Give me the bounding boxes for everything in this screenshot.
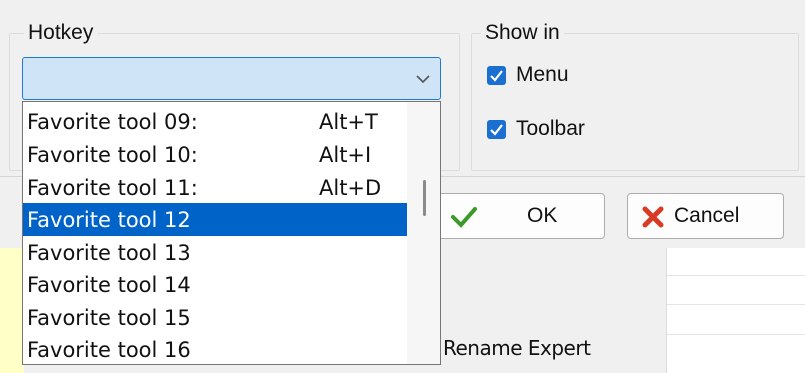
ok-button-label: OK [527, 204, 558, 227]
list-item-name: Favorite tool 14 [27, 273, 191, 297]
list-item[interactable]: Favorite tool 13 [23, 236, 407, 269]
list-item-name: Favorite tool 10: [27, 143, 198, 167]
show-in-groupbox [471, 33, 799, 171]
list-item-name: Favorite tool 13 [27, 241, 191, 265]
list-item-name: Favorite tool 16 [27, 338, 191, 362]
toolbar-checkbox[interactable] [487, 120, 506, 139]
background-yellow-panel [0, 248, 24, 373]
close-icon [642, 206, 664, 228]
checkmark-icon [490, 124, 503, 136]
cancel-button-label: Cancel [674, 204, 740, 227]
show-in-group-caption: Show in [481, 21, 564, 45]
list-item[interactable]: Favorite tool 15 [23, 301, 407, 334]
scrollbar-thumb[interactable] [423, 180, 426, 216]
list-item-name: Favorite tool 12 [27, 208, 191, 232]
hotkey-combobox[interactable] [22, 57, 441, 100]
hotkey-dropdown-list[interactable]: Favorite tool 09: Alt+T Favorite tool 10… [22, 101, 441, 365]
checkmark-icon [451, 207, 477, 228]
checkmark-icon [490, 70, 503, 82]
list-item[interactable]: Favorite tool 09: Alt+T [23, 105, 407, 138]
list-item[interactable]: Favorite tool 11: Alt+D [23, 171, 407, 204]
list-item-name: Favorite tool 11: [27, 176, 198, 200]
list-item-hotkey: Alt+D [319, 176, 382, 200]
list-row-divider [667, 275, 805, 276]
dropdown-scrollbar[interactable] [407, 102, 440, 364]
list-item[interactable]: Favorite tool 10: Alt+I [23, 138, 407, 171]
toolbar-checkbox-label[interactable]: Toolbar [516, 117, 585, 141]
list-item-selected[interactable]: Favorite tool 12 [23, 203, 407, 236]
list-row-divider [667, 304, 805, 305]
menu-checkbox[interactable] [487, 66, 506, 85]
list-item-name: Favorite tool 15 [27, 306, 191, 330]
list-item-hotkey: Alt+T [319, 110, 378, 134]
menu-checkbox-label[interactable]: Menu [516, 63, 569, 87]
hotkey-group-caption: Hotkey [24, 21, 98, 45]
list-item-hotkey: Alt+I [319, 143, 372, 167]
list-row-divider [667, 334, 805, 335]
background-list-panel [666, 248, 805, 373]
cancel-button[interactable]: Cancel [627, 193, 784, 239]
list-item[interactable]: Favorite tool 14 [23, 268, 407, 301]
list-item-name: Favorite tool 09: [27, 110, 198, 134]
chevron-down-icon[interactable] [414, 67, 432, 89]
list-item[interactable]: Favorite tool 16 [23, 333, 407, 364]
rename-expert-label[interactable]: Rename Expert [443, 336, 591, 360]
